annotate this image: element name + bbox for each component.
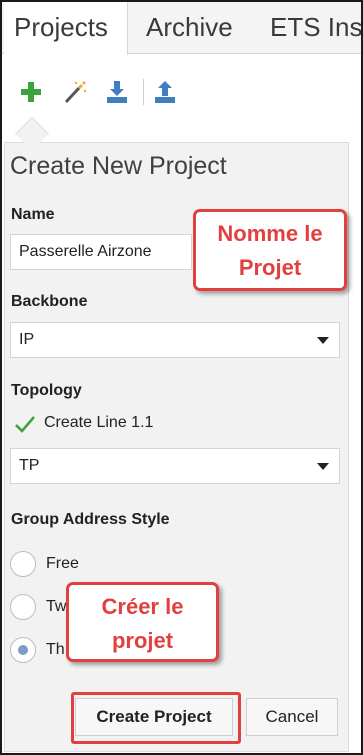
radio-button[interactable] (10, 637, 36, 663)
tab-archive[interactable]: Archive (146, 2, 233, 54)
callout-line: Projet (238, 255, 302, 280)
toolbar (4, 55, 361, 121)
radio-button[interactable] (10, 551, 36, 577)
create-annotation-callout: Créer le projet (66, 582, 219, 662)
import-icon[interactable] (104, 79, 130, 105)
panel-title: Create New Project (10, 152, 227, 180)
add-icon[interactable] (18, 79, 44, 105)
radio-label: Th (46, 641, 65, 658)
chevron-down-icon (317, 463, 329, 470)
callout-line: Nomme le (217, 221, 323, 246)
callout-line: Créer le (101, 594, 184, 619)
cancel-button[interactable]: Cancel (246, 698, 338, 736)
tab-ets-inside[interactable]: ETS Insi (270, 2, 361, 54)
name-label: Name (11, 206, 55, 223)
name-annotation-callout: Nomme le Projet (193, 209, 347, 291)
tab-projects[interactable]: Projects (4, 2, 128, 55)
window-frame: Projects Archive ETS Insi Create New Pro… (0, 0, 363, 755)
export-icon[interactable] (152, 79, 178, 105)
topology-select[interactable]: TP (10, 448, 340, 484)
toolbar-separator (143, 79, 144, 105)
topology-value: TP (19, 457, 40, 474)
radio-label: Tw (46, 598, 67, 615)
backbone-label: Backbone (11, 293, 88, 310)
chevron-down-icon (317, 337, 329, 344)
radio-label: Free (46, 555, 79, 572)
tab-bar: Projects Archive ETS Insi (2, 2, 361, 55)
backbone-value: IP (19, 331, 35, 348)
create-line-label: Create Line 1.1 (44, 414, 154, 431)
topology-label: Topology (11, 382, 82, 399)
callout-line: projet (111, 628, 174, 653)
backbone-select[interactable]: IP (10, 322, 340, 358)
group-address-style-label: Group Address Style (11, 511, 170, 528)
radio-button[interactable] (10, 594, 36, 620)
magic-wand-icon[interactable] (62, 79, 88, 105)
name-input[interactable]: Passerelle Airzone (10, 234, 192, 270)
checkmark-icon (15, 416, 35, 433)
create-button-highlight (71, 692, 241, 744)
